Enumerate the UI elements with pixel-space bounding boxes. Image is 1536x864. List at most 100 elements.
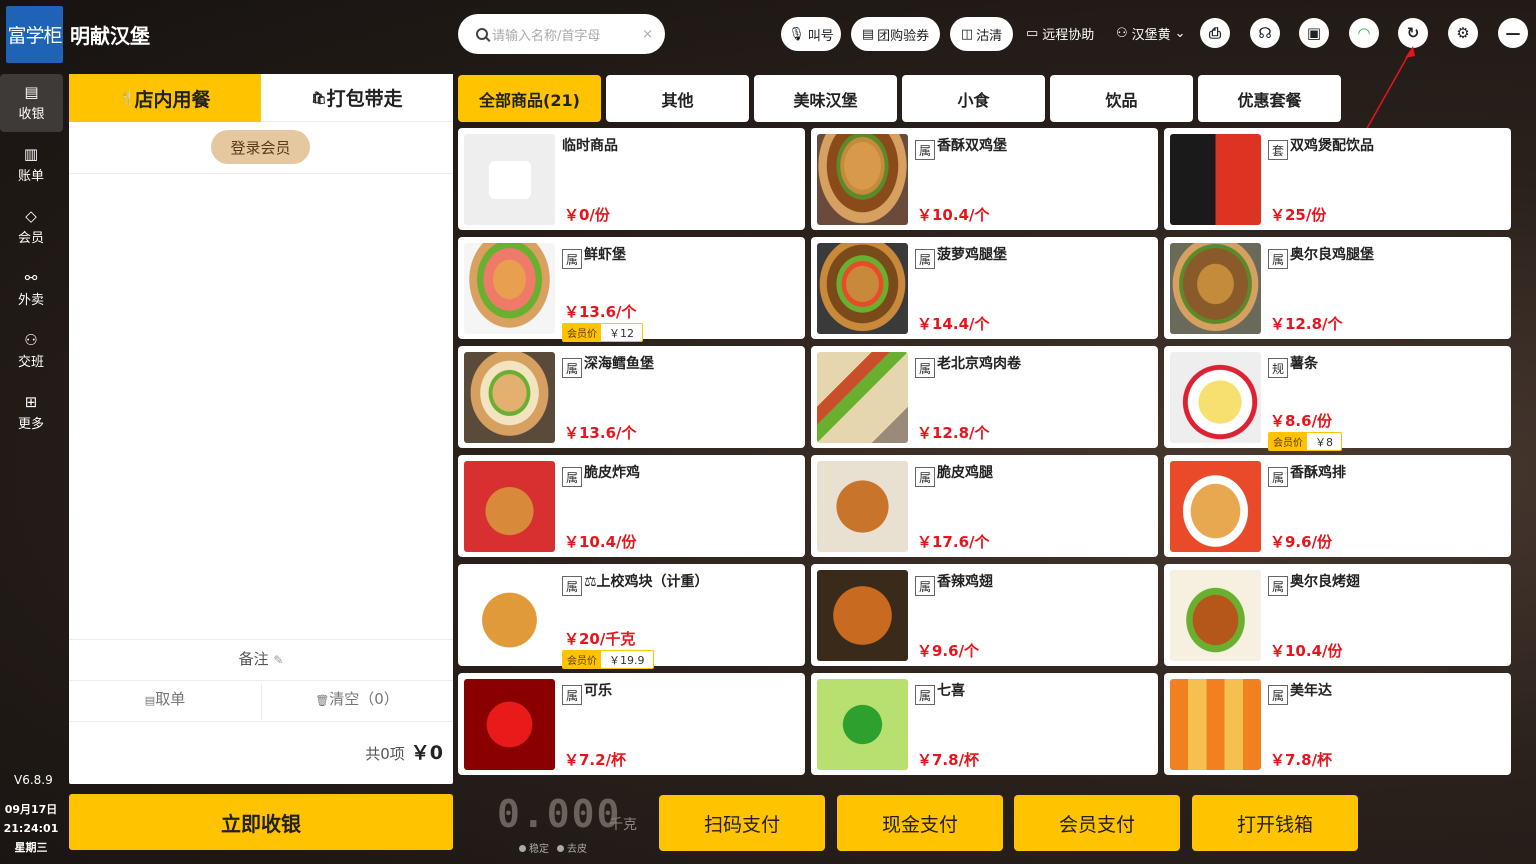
product-image bbox=[817, 352, 908, 443]
order-total: 共0项 ￥0 bbox=[69, 738, 443, 765]
product-card[interactable]: 属 ⚖上校鸡块（计重） ￥20/千克 会员价 ￥19.9 bbox=[458, 564, 805, 669]
product-card[interactable]: 属美年达 ￥7.8/杯 bbox=[1164, 673, 1511, 775]
category-tab[interactable]: 饮品 bbox=[1050, 75, 1193, 122]
product-price: ￥10.4/份 bbox=[564, 533, 637, 551]
open-cashbox-button[interactable]: 打开钱箱 bbox=[1192, 795, 1358, 851]
group-voucher-button[interactable]: ▤ 团购验券 bbox=[851, 17, 940, 51]
tab-dine-in-label: 店内用餐 bbox=[134, 88, 211, 111]
member-pay-button[interactable]: 会员支付 bbox=[1014, 795, 1180, 851]
product-price: ￥25/份 bbox=[1270, 206, 1327, 224]
attribute-badge: 套 bbox=[1268, 140, 1288, 160]
product-image bbox=[1170, 243, 1261, 334]
product-card[interactable]: 属奥尔良烤翅 ￥10.4/份 bbox=[1164, 564, 1511, 666]
product-card[interactable]: 属可乐 ￥7.2/杯 bbox=[458, 673, 805, 775]
remote-assist-button[interactable]: ▭ 远程协助 bbox=[1026, 24, 1094, 43]
headset-icon[interactable]: ☊ bbox=[1250, 18, 1280, 48]
delivery-icon: ⚯ bbox=[24, 269, 38, 287]
take-order-button[interactable]: ▤取单 bbox=[69, 688, 261, 709]
product-card[interactable]: 属菠萝鸡腿堡 ￥14.4/个 bbox=[811, 237, 1158, 339]
checkout-button[interactable]: 立即收银 bbox=[69, 794, 453, 850]
printer-icon[interactable]: ⎙ bbox=[1200, 18, 1230, 48]
product-card[interactable]: 规薯条 ￥8.6/份 会员价 ￥8 bbox=[1164, 346, 1511, 451]
scale-reading: 0.000 bbox=[497, 792, 622, 836]
cash-pay-button[interactable]: 现金支付 bbox=[837, 795, 1003, 851]
category-tab[interactable]: 其他 bbox=[606, 75, 749, 122]
search-placeholder: 请输入名称/首字母 bbox=[492, 28, 601, 44]
minimize-icon[interactable]: — bbox=[1498, 18, 1528, 48]
product-card[interactable]: 属香酥双鸡堡 ￥10.4/个 bbox=[811, 128, 1158, 230]
product-price: ￥12.8/个 bbox=[1270, 315, 1343, 333]
product-card[interactable]: 套双鸡煲配饮品 ￥25/份 bbox=[1164, 128, 1511, 230]
sidebar-item-bill[interactable]: ▥ 账单 bbox=[0, 136, 62, 194]
search-input[interactable]: 请输入名称/首字母 × bbox=[458, 14, 665, 54]
search-icon bbox=[476, 28, 488, 40]
sidebar-item-label: 交班 bbox=[17, 355, 44, 370]
sidebar-item-delivery[interactable]: ⚯ 外卖 bbox=[0, 260, 62, 318]
login-member-button[interactable]: 登录会员 bbox=[211, 130, 310, 164]
brand-logo: 富学柜 bbox=[6, 6, 63, 63]
call-number-button[interactable]: 🎙 叫号 bbox=[781, 17, 841, 51]
attribute-badge: 属 bbox=[915, 576, 935, 596]
clear-order-button[interactable]: 🗑清空（0） bbox=[261, 688, 453, 709]
user-name: 汉堡黄 bbox=[1131, 28, 1171, 43]
remark-button[interactable]: 备注 ✎ bbox=[69, 648, 453, 669]
sidebar-item-handover[interactable]: ⚇ 交班 bbox=[0, 322, 62, 380]
refresh-icon[interactable]: ↻ bbox=[1398, 18, 1428, 48]
product-image bbox=[1170, 461, 1261, 552]
attribute-badge: 属 bbox=[1268, 249, 1288, 269]
sidebar-item-more[interactable]: ⊞ 更多 bbox=[0, 384, 62, 442]
clock-date: 09月17日 bbox=[4, 803, 58, 816]
bag-icon: 🛍 bbox=[311, 90, 327, 105]
product-card[interactable]: 属香辣鸡翅 ￥9.6/个 bbox=[811, 564, 1158, 666]
category-tab[interactable]: 优惠套餐 bbox=[1198, 75, 1341, 122]
product-name: 奥尔良鸡腿堡 bbox=[1290, 247, 1374, 263]
member-price-tag: 会员价 ￥8 bbox=[1268, 432, 1342, 451]
product-name: 双鸡煲配饮品 bbox=[1290, 138, 1374, 154]
tab-takeaway[interactable]: 🛍 打包带走 bbox=[261, 74, 453, 122]
attribute-badge: 属 bbox=[915, 467, 935, 487]
category-tab[interactable]: 小食 bbox=[902, 75, 1045, 122]
product-image bbox=[464, 570, 555, 661]
product-card[interactable]: 临时商品 ￥0/份 bbox=[458, 128, 805, 230]
product-card[interactable]: 属老北京鸡肉卷 ￥12.8/个 bbox=[811, 346, 1158, 448]
sidebar-item-label: 更多 bbox=[17, 417, 44, 432]
screen-icon[interactable]: ▣ bbox=[1299, 18, 1329, 48]
product-name: 脆皮鸡腿 bbox=[937, 465, 993, 481]
user-menu[interactable]: ⚇ 汉堡黄 ⌄ bbox=[1116, 24, 1186, 43]
settings-icon[interactable]: ⚙ bbox=[1448, 18, 1478, 48]
product-price: ￥7.8/杯 bbox=[917, 751, 980, 769]
scan-pay-button[interactable]: 扫码支付 bbox=[659, 795, 825, 851]
attribute-badge: 属 bbox=[1268, 467, 1288, 487]
product-price: ￥14.4/个 bbox=[917, 315, 990, 333]
product-name: 七喜 bbox=[937, 683, 965, 699]
wifi-icon[interactable]: ◠ bbox=[1349, 18, 1379, 48]
product-card[interactable]: 属脆皮鸡腿 ￥17.6/个 bbox=[811, 455, 1158, 557]
product-price: ￥10.4/个 bbox=[917, 206, 990, 224]
product-card[interactable]: 属鲜虾堡 ￥13.6/个 会员价 ￥12 bbox=[458, 237, 805, 342]
tab-dine-in[interactable]: 🍴 店内用餐 bbox=[69, 74, 261, 122]
product-card[interactable]: 属七喜 ￥7.8/杯 bbox=[811, 673, 1158, 775]
sidebar-item-cashier[interactable]: ▤ 收银 bbox=[0, 74, 63, 132]
product-card[interactable]: 属深海鳕鱼堡 ￥13.6/个 bbox=[458, 346, 805, 448]
category-tab[interactable]: 美味汉堡 bbox=[754, 75, 897, 122]
scale-tare: 去皮 bbox=[557, 840, 587, 855]
product-card[interactable]: 属脆皮炸鸡 ￥10.4/份 bbox=[458, 455, 805, 557]
product-image bbox=[464, 243, 555, 334]
product-card[interactable]: 属奥尔良鸡腿堡 ￥12.8/个 bbox=[1164, 237, 1511, 339]
divider bbox=[69, 639, 453, 640]
category-tab[interactable]: 全部商品(21) bbox=[458, 75, 601, 122]
app-version: V6.8.9 bbox=[14, 773, 53, 787]
product-name: 奥尔良烤翅 bbox=[1290, 574, 1360, 590]
store-name: 明献汉堡 bbox=[70, 24, 150, 48]
sidebar-item-member[interactable]: ◇ 会员 bbox=[0, 198, 62, 256]
clear-search-icon[interactable]: × bbox=[642, 27, 653, 42]
sold-out-button[interactable]: ◫ 沽清 bbox=[950, 17, 1013, 51]
product-name: 美年达 bbox=[1290, 683, 1332, 699]
product-price: ￥8.6/份 bbox=[1270, 412, 1333, 430]
product-image bbox=[1170, 679, 1261, 770]
product-card[interactable]: 属香酥鸡排 ￥9.6/份 bbox=[1164, 455, 1511, 557]
dine-icon: 🍴 bbox=[119, 91, 135, 105]
user-icon: ⚇ bbox=[1116, 26, 1128, 41]
product-price: ￥0/份 bbox=[564, 206, 610, 224]
take-order-label: 取单 bbox=[155, 690, 186, 708]
